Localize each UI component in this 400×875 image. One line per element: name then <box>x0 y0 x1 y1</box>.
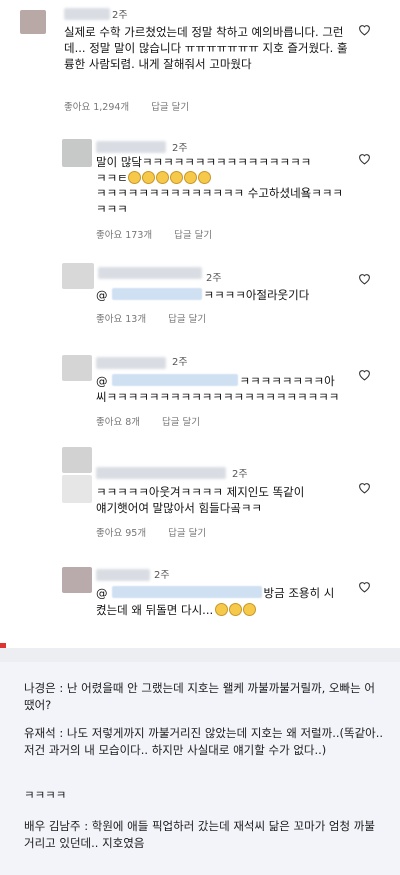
reply-item: 2주 @ ㅋㅋㅋㅋ아절라웃기다 좋아요 13개 답글 달기 <box>0 255 400 343</box>
comment-time: 2주 <box>206 273 222 284</box>
avatar[interactable] <box>20 10 46 34</box>
avatar[interactable] <box>62 447 92 473</box>
comment-text-line: ㅋㅋㅋ <box>96 201 128 216</box>
username[interactable] <box>96 569 150 581</box>
comment-text: @ ㅋㅋㅋㅋ아절라웃기다 <box>96 288 309 303</box>
article-section: 나경은 : 난 어렸을때 안 그랬는데 지호는 왤케 까불까불거릴까, 오빠는 … <box>0 662 400 875</box>
username[interactable] <box>96 467 226 479</box>
comment-text: 실제로 수학 가르쳤었는데 정말 착하고 예의바릅니다. 그런데... 정말 말… <box>64 25 348 71</box>
comment-text-segment: 방금 조용히 시 <box>263 586 335 600</box>
username[interactable] <box>64 8 110 20</box>
comment-text: 말이 많닼ㅋㅋㅋㅋㅋㅋㅋㅋㅋㅋㅋㅋㅋㅋㅋㅋ ㅋㅋㅌ ㅋㅋㅋㅋㅋㅋㅋㅋㅋㅋㅋㅋㅋㅋ… <box>96 155 356 217</box>
grinning-sweat-face-icon <box>243 603 257 616</box>
username[interactable] <box>96 141 166 153</box>
comment-time: 2주 <box>172 357 188 368</box>
comment-time: 2주 <box>154 570 170 581</box>
like-count[interactable]: 좋아요 173개 <box>96 230 152 241</box>
heart-icon[interactable] <box>358 273 371 285</box>
avatar[interactable] <box>62 139 92 167</box>
heart-icon[interactable] <box>358 153 371 165</box>
comment-meta: 좋아요 1,294개 답글 달기 <box>64 99 211 113</box>
comment-item: 2주 실제로 수학 가르쳤었는데 정말 착하고 예의바릅니다. 그런데... 정… <box>0 0 400 125</box>
section-divider <box>0 648 400 662</box>
comment-text-line: @ ㅋㅋㅋㅋㅋㅋㅋㅋ아 <box>96 374 339 390</box>
like-count[interactable]: 좋아요 95개 <box>96 528 146 539</box>
crying-face-icon <box>229 603 243 616</box>
mention-at: @ <box>96 374 108 388</box>
reply-item: 2주 ㅋㅋㅋㅋㅋ아웃겨ㅋㅋㅋㅋ 제지인도 똑같이 얘기햇어여 말많아서 힘들다곸… <box>0 435 400 557</box>
comment-text-segment: ㅋㅋㅋㅋㅋㅋㅋㅋ아 <box>239 374 335 388</box>
comment-text-segment: ㅋㅋㅌ <box>96 170 128 185</box>
comment-text-line: @ 방금 조용히 시 <box>96 585 334 602</box>
comment-meta: 좋아요 13개 답글 달기 <box>96 311 228 325</box>
reply-button[interactable]: 답글 달기 <box>168 528 206 539</box>
reply-button[interactable]: 답글 달기 <box>168 314 206 325</box>
article-paragraph: ㅋㅋㅋㅋ <box>24 788 67 802</box>
reply-button[interactable]: 답글 달기 <box>162 417 200 428</box>
mention-link[interactable] <box>111 586 262 598</box>
comment-text-line: 씨ㅋㅋㅋㅋㅋㅋㅋㅋㅋㅋㅋㅋㅋㅋㅋㅋㅋㅋㅋㅋㅋㅋ <box>96 389 340 404</box>
reply-item: 2주 말이 많닼ㅋㅋㅋㅋㅋㅋㅋㅋㅋㅋㅋㅋㅋㅋㅋㅋ ㅋㅋㅌ ㅋㅋㅋㅋㅋㅋㅋㅋㅋㅋㅋ… <box>0 125 400 255</box>
reply-item: 2주 @ ㅋㅋㅋㅋㅋㅋㅋㅋ아 씨ㅋㅋㅋㅋㅋㅋㅋㅋㅋㅋㅋㅋㅋㅋㅋㅋㅋㅋㅋㅋㅋㅋ 좋아… <box>0 343 400 435</box>
comment-text-line: 말이 많닼ㅋㅋㅋㅋㅋㅋㅋㅋㅋㅋㅋㅋㅋㅋㅋㅋ <box>96 155 312 169</box>
comment-text: ㅋㅋㅋㅋㅋ아웃겨ㅋㅋㅋㅋ 제지인도 똑같이 얘기햇어여 말많아서 힘들다곸ㅋㅋ <box>96 485 305 515</box>
username[interactable] <box>98 267 202 279</box>
laughing-face-icon <box>127 170 141 184</box>
mention-link[interactable] <box>111 288 202 300</box>
comment-time: 2주 <box>232 469 248 480</box>
laughing-face-icon <box>169 170 183 184</box>
heart-icon[interactable] <box>358 369 371 381</box>
comment-text-line: 켰는데 왜 뒤돌면 다시... <box>96 602 334 619</box>
worried-face-icon <box>215 603 229 616</box>
like-count[interactable]: 좋아요 1,294개 <box>64 102 129 113</box>
comment-meta: 좋아요 8개 답글 달기 <box>96 414 222 428</box>
comment-text-line: ㅋㅋㅌ <box>96 170 356 187</box>
article-paragraph: 유재석 : 나도 저렇게까지 까불거리진 않았는데 지호는 왜 저럴까..(똑같… <box>24 726 387 757</box>
avatar[interactable] <box>62 355 92 381</box>
comment-meta: 좋아요 95개 답글 달기 <box>96 525 228 539</box>
mention-link[interactable] <box>111 374 238 386</box>
avatar[interactable] <box>62 567 92 593</box>
reply-button[interactable]: 답글 달기 <box>174 230 212 241</box>
heart-icon[interactable] <box>358 581 371 593</box>
username[interactable] <box>96 357 166 369</box>
mention-at: @ <box>96 288 108 302</box>
comment-time: 2주 <box>112 10 128 21</box>
mention-at: @ <box>96 586 108 600</box>
image-placeholder <box>62 475 92 503</box>
laughing-face-icon <box>155 170 169 184</box>
comment-text-segment: ㅋㅋㅋㅋ아절라웃기다 <box>203 288 310 302</box>
comment-text: @ 방금 조용히 시 켰는데 왜 뒤돌면 다시... <box>96 585 334 619</box>
reply-button[interactable]: 답글 달기 <box>151 102 189 113</box>
like-count[interactable]: 좋아요 8개 <box>96 417 140 428</box>
article-paragraph: 배우 김남주 : 학원에 애들 픽업하러 갔는데 재석씨 닮은 꼬마가 엄청 까… <box>24 819 375 850</box>
laughing-face-icon <box>183 170 197 184</box>
comment-time: 2주 <box>172 143 188 154</box>
comment-text: @ ㅋㅋㅋㅋㅋㅋㅋㅋ아 씨ㅋㅋㅋㅋㅋㅋㅋㅋㅋㅋㅋㅋㅋㅋㅋㅋㅋㅋㅋㅋㅋㅋ <box>96 374 339 405</box>
avatar[interactable] <box>62 263 94 289</box>
reply-item: 2주 @ 방금 조용히 시 켰는데 왜 뒤돌면 다시... <box>0 557 400 647</box>
comment-text-line: ㅋㅋㅋㅋㅋㅋㅋㅋㅋㅋㅋㅋㅋㅋ 수고하셨네욬ㅋㅋㅋ <box>96 186 343 200</box>
comment-meta: 좋아요 173개 답글 달기 <box>96 227 234 241</box>
laughing-face-icon <box>141 170 155 184</box>
laughing-face-icon <box>197 170 211 184</box>
like-count[interactable]: 좋아요 13개 <box>96 314 146 325</box>
comment-text-segment: 켰는데 왜 뒤돌면 다시... <box>96 603 214 617</box>
article-paragraph: 나경은 : 난 어렸을때 안 그랬는데 지호는 왤케 까불까불거릴까, 오빠는 … <box>24 681 375 712</box>
heart-icon[interactable] <box>358 24 371 36</box>
